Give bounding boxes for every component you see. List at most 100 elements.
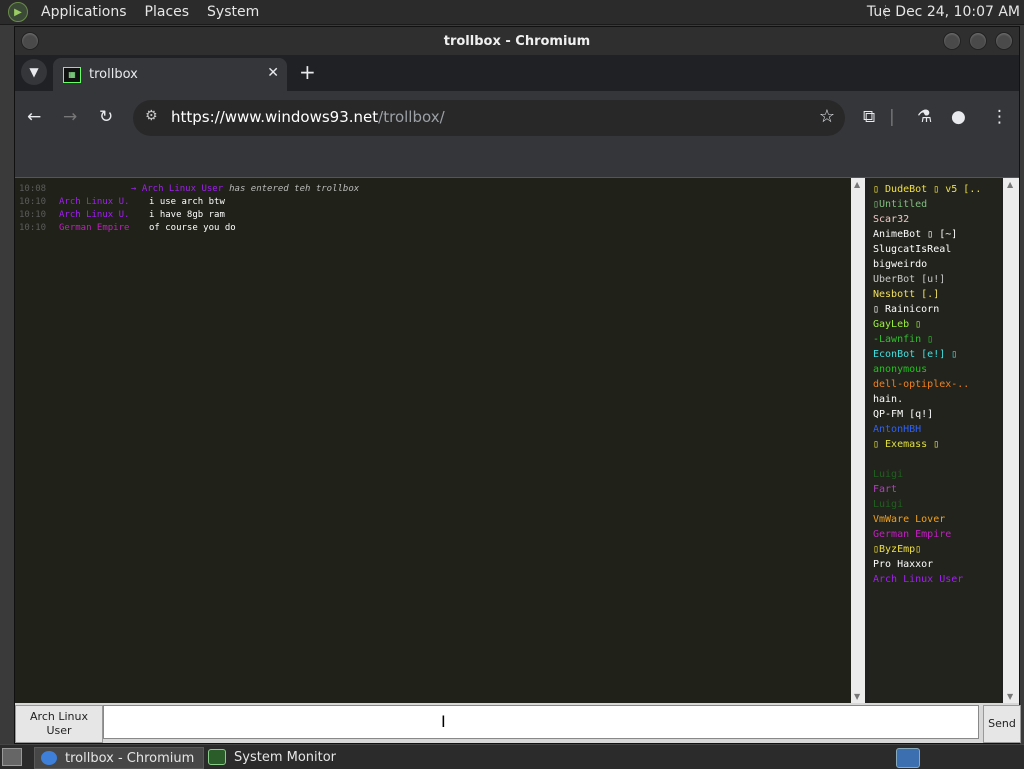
chat-message: 10:10 German Empire of course you do (19, 223, 236, 236)
toolbar-divider: | (889, 107, 895, 127)
taskbar-item-label: trollbox - Chromium (65, 750, 195, 766)
user-list-item[interactable]: dell-optiplex-.. (873, 379, 997, 393)
user-list-item[interactable]: hain. (873, 394, 997, 408)
site-info-tune-icon[interactable]: ⚙ (145, 108, 158, 124)
menu-kebab-icon[interactable]: ⋮ (991, 105, 1008, 129)
message-nick[interactable]: Arch Linux U. (59, 197, 149, 207)
user-list-item[interactable]: German Empire (873, 529, 997, 543)
profile-avatar-icon[interactable]: ● (951, 105, 966, 129)
browser-toolbar: ← → ↻ ⚙ https://www.windows93.net/trollb… (15, 91, 1019, 147)
trollbox-favicon-icon: ▦ (63, 66, 81, 83)
message-time: 10:10 (19, 197, 47, 207)
user-list-item[interactable]: anonymous (873, 364, 997, 378)
scroll-down-arrow-icon[interactable]: ▼ (854, 692, 860, 701)
tab-title: trollbox (89, 67, 138, 82)
user-list-item[interactable]: EconBot [e!] ▯ (873, 349, 997, 363)
user-list-item[interactable]: Pro Haxxor (873, 559, 997, 573)
window-titlebar[interactable]: trollbox - Chromium (15, 27, 1019, 55)
chat-log[interactable]: 10:08 → Arch Linux User has entered teh tr… (15, 178, 851, 703)
message-time: 10:10 (19, 223, 47, 233)
user-list-item[interactable]: -Lawnfin ▯ (873, 334, 997, 348)
url-host: https://www.windows93.net (171, 108, 379, 126)
tab-trollbox[interactable]: ▦ trollbox ✕ (53, 58, 287, 91)
text-cursor-icon: I (441, 712, 446, 731)
user-list-item[interactable]: Luigi (873, 499, 997, 513)
user-list-item[interactable]: SlugcatIsReal (873, 244, 997, 258)
user-list-item[interactable]: Arch Linux User (873, 574, 997, 588)
message-nick[interactable]: → Arch Linux User (131, 184, 223, 194)
taskbar: trollbox - Chromium System Monitor (0, 744, 1024, 769)
new-tab-plus-icon[interactable]: + (299, 60, 316, 84)
nickname-button[interactable]: Arch Linux User (15, 705, 103, 743)
user-list-item[interactable]: AnimeBot ▯ [~] (873, 229, 997, 243)
chat-message: 10:08 → Arch Linux User has entered teh tr… (19, 184, 359, 197)
user-list-item[interactable]: bigweirdo (873, 259, 997, 273)
top-panel: ▶ Applications Places System Tue Dec 24,… (0, 0, 1024, 25)
menu-system[interactable]: System (207, 4, 259, 20)
user-list-item[interactable]: ▯ Rainicorn (873, 304, 997, 318)
show-desktop-icon[interactable] (2, 748, 22, 766)
message-text: i use arch btw (149, 197, 225, 207)
toolbar-spacer (15, 147, 1019, 178)
chromium-icon (41, 751, 57, 765)
window-title: trollbox - Chromium (443, 33, 591, 49)
message-input[interactable] (103, 705, 979, 739)
chat-message: 10:10 Arch Linux U. i use arch btw (19, 197, 225, 210)
user-list-item[interactable]: Fart (873, 484, 997, 498)
browser-window: trollbox - Chromium ▼ ▦ trollbox ✕ + ← →… (14, 26, 1021, 744)
url-path: /trollbox/ (378, 108, 445, 126)
taskbar-item-chromium[interactable]: trollbox - Chromium (34, 747, 204, 769)
forward-arrow-icon[interactable]: → (63, 105, 77, 129)
close-tab-icon[interactable]: ✕ (267, 65, 279, 81)
menu-places[interactable]: Places (145, 4, 190, 20)
message-time: 10:08 (19, 184, 47, 194)
scroll-down-arrow-icon[interactable]: ▼ (1007, 692, 1013, 701)
user-list-item[interactable]: Nesbott [.] (873, 289, 997, 303)
message-nick[interactable]: Arch Linux U. (59, 210, 149, 220)
user-list-scrollbar[interactable]: ▲ ▼ (1003, 178, 1019, 703)
user-list-item[interactable]: ▯ DudeBot ▯ v5 [.. (873, 184, 997, 198)
window-menu-icon[interactable] (21, 32, 39, 50)
chat-message: 10:10 Arch Linux U. i have 8gb ram (19, 210, 225, 223)
reload-icon[interactable]: ↻ (99, 105, 113, 129)
message-nick[interactable]: German Empire (59, 223, 149, 233)
message-text: of course you do (149, 223, 236, 233)
chat-input-row: Arch Linux User I Send (15, 703, 1021, 743)
taskbar-item-system-monitor[interactable]: System Monitor (202, 747, 344, 767)
labs-flask-icon[interactable]: ⚗ (917, 105, 932, 129)
back-arrow-icon[interactable]: ← (27, 105, 41, 129)
user-list-item[interactable]: Scar32 (873, 214, 997, 228)
scroll-up-arrow-icon[interactable]: ▲ (854, 180, 860, 189)
trollbox-page: 10:08 → Arch Linux User has entered teh tr… (15, 178, 1021, 743)
clock[interactable]: Tue Dec 24, 10:07 AM (867, 4, 1020, 20)
user-list-item[interactable] (873, 454, 997, 468)
user-list-item[interactable]: Luigi (873, 469, 997, 483)
close-window-icon[interactable] (995, 32, 1013, 50)
message-text: has entered teh trollbox (229, 184, 360, 194)
scroll-up-arrow-icon[interactable]: ▲ (1007, 180, 1013, 189)
workspace-switcher-icon[interactable] (896, 748, 920, 768)
user-list-item[interactable]: ▯Untitled (873, 199, 997, 213)
chat-scrollbar[interactable]: ▲ ▼ (851, 178, 865, 703)
user-list-item[interactable]: UberBot [u!] (873, 274, 997, 288)
user-list-item[interactable]: VmWare Lover (873, 514, 997, 528)
distro-logo-icon[interactable]: ▶ (8, 2, 28, 22)
user-list-item[interactable]: AntonHBH (873, 424, 997, 438)
tab-strip: ▼ ▦ trollbox ✕ + (15, 55, 1019, 91)
user-list-item[interactable]: ▯ Exemass ▯ (873, 439, 997, 453)
address-bar[interactable]: ⚙ https://www.windows93.net/trollbox/ ☆ (133, 100, 845, 136)
user-list[interactable]: ▯ DudeBot ▯ v5 [.. ▯Untitled Scar32 AnimeBo… (869, 178, 1001, 703)
menu-applications[interactable]: Applications (41, 4, 127, 20)
message-time: 10:10 (19, 210, 47, 220)
user-list-item[interactable]: ▯ByzEmp▯ (873, 544, 997, 558)
maximize-icon[interactable] (969, 32, 987, 50)
send-button[interactable]: Send (983, 705, 1021, 743)
minimize-icon[interactable] (943, 32, 961, 50)
bookmark-star-icon[interactable]: ☆ (819, 106, 835, 127)
user-list-item[interactable]: QP-FM [q!] (873, 409, 997, 423)
tab-search-chevron-down-icon[interactable]: ▼ (21, 59, 47, 85)
url-text[interactable]: https://www.windows93.net/trollbox/ (171, 108, 445, 126)
user-list-item[interactable]: GayLeb ▯ (873, 319, 997, 333)
message-text: i have 8gb ram (149, 210, 225, 220)
extensions-puzzle-icon[interactable]: ⧉ (863, 105, 875, 129)
